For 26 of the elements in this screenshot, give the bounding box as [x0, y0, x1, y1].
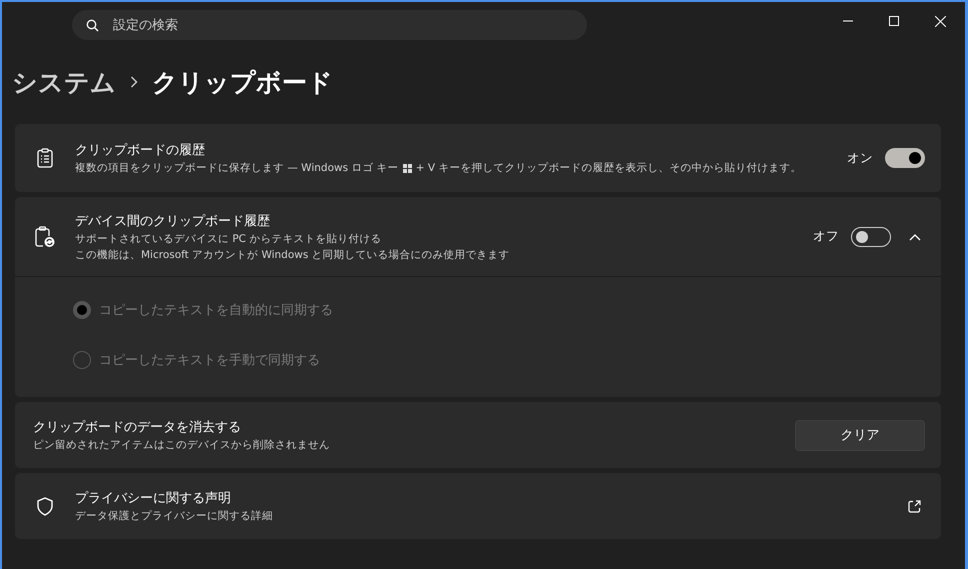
setting-title: クリップボードの履歴 [75, 142, 206, 159]
link-title[interactable]: プライバシーに関する声明 [75, 489, 908, 507]
clipboard-sync-icon [35, 226, 55, 248]
clear-button[interactable]: クリア [795, 420, 925, 450]
setting-title: クリップボードのデータを消去する [33, 419, 242, 436]
chevron-right-icon [130, 76, 138, 88]
close-icon[interactable] [934, 16, 946, 26]
setting-description: サポートされているデバイスに PC からテキストを貼り付ける [75, 232, 382, 246]
setting-description: ピン留めされたアイテムはこのデバイスから削除されません [33, 438, 331, 452]
toggle-switch[interactable] [851, 226, 891, 246]
setting-description: 複数の項目をクリップボードに保存します — Windows ロゴ キー [75, 161, 399, 175]
setting-description: データ保護とプライバシーに関する詳細 [75, 509, 274, 523]
windows-logo-icon [402, 164, 412, 172]
breadcrumb-link[interactable]: システム [12, 66, 116, 98]
toggle-label: オン [847, 150, 873, 166]
shield-icon [37, 496, 53, 516]
page-title: クリップボード [152, 66, 333, 98]
setting-description: この機能は、Microsoft アカウントが Windows と同期している場合にのみ使用できます [75, 248, 511, 262]
external-link-icon[interactable] [908, 500, 921, 512]
toggle-label: オフ [813, 228, 839, 245]
toggle-switch[interactable] [885, 148, 925, 168]
maximize-icon[interactable] [889, 16, 899, 26]
clipboard-icon [37, 148, 53, 168]
search-field[interactable]: 設定の検索 [72, 10, 587, 40]
setting-title: デバイス間のクリップボード履歴 [75, 212, 271, 230]
setting-description: + V キーを押してクリップボードの履歴を表示し、その中から貼り付けます。 [416, 161, 802, 175]
